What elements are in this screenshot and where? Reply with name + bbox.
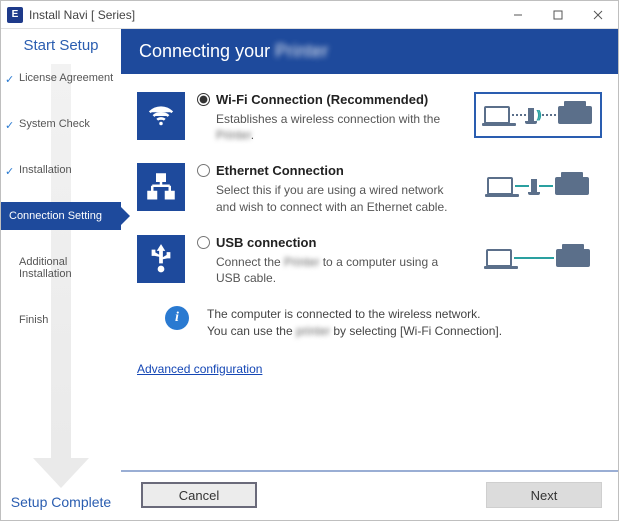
- main-panel: Connecting your Printer Wi-Fi Connection…: [121, 29, 618, 520]
- step-label: Connection Setting: [9, 210, 102, 222]
- step-additional-installation: Additional Installation: [1, 248, 121, 288]
- content-area: Wi-Fi Connection (Recommended) Establish…: [121, 74, 618, 470]
- option-wifi-title[interactable]: Wi-Fi Connection (Recommended): [197, 92, 464, 107]
- printer-icon: [558, 106, 592, 124]
- cancel-button[interactable]: Cancel: [141, 482, 257, 508]
- wifi-icon: [137, 92, 185, 140]
- option-ethernet-desc: Select this if you are using a wired net…: [197, 182, 464, 214]
- page-title-blurred: Printer: [275, 41, 328, 61]
- check-icon: ✓: [5, 73, 14, 86]
- minimize-button[interactable]: [498, 1, 538, 29]
- close-button[interactable]: [578, 1, 618, 29]
- step-label: System Check: [19, 118, 90, 130]
- option-usb-label: USB connection: [216, 235, 316, 250]
- title-bar: E Install Navi [ Series]: [1, 1, 618, 29]
- step-label: Additional Installation: [19, 256, 72, 280]
- step-label: Installation: [19, 164, 72, 176]
- step-license-agreement: ✓ License Agreement: [1, 64, 121, 92]
- check-icon: ✓: [5, 165, 14, 178]
- info-message: i The computer is connected to the wirel…: [137, 306, 602, 340]
- signal-icon: )): [536, 110, 539, 121]
- radio-usb[interactable]: [197, 236, 210, 249]
- sidebar-top-label: Start Setup: [23, 37, 98, 54]
- option-ethernet-title[interactable]: Ethernet Connection: [197, 163, 464, 178]
- page-title-prefix: Connecting your: [139, 41, 275, 61]
- info-icon: i: [165, 306, 189, 330]
- option-usb-desc: Connect the Printer to a computer using …: [197, 254, 464, 286]
- step-label: License Agreement: [19, 72, 113, 84]
- sidebar-steps: ✓ License Agreement ✓ System Check ✓ Ins…: [1, 64, 121, 488]
- usb-icon: [137, 235, 185, 283]
- printer-icon: [555, 177, 589, 195]
- option-ethernet[interactable]: Ethernet Connection Select this if you a…: [137, 163, 602, 214]
- window-title: Install Navi [ Series]: [29, 8, 135, 22]
- radio-wifi[interactable]: [197, 93, 210, 106]
- option-wifi-label: Wi-Fi Connection (Recommended): [216, 92, 428, 107]
- laptop-icon: [487, 177, 513, 195]
- info-line2: You can use the printer by selecting [Wi…: [207, 323, 502, 340]
- router-icon: [528, 108, 534, 122]
- info-line1: The computer is connected to the wireles…: [207, 306, 502, 323]
- app-icon: E: [7, 7, 23, 23]
- option-usb-title[interactable]: USB connection: [197, 235, 464, 250]
- step-connection-setting: Connection Setting: [1, 202, 121, 230]
- option-ethernet-label: Ethernet Connection: [216, 163, 344, 178]
- laptop-icon: [484, 106, 510, 124]
- step-system-check: ✓ System Check: [1, 110, 121, 138]
- footer: Cancel Next: [121, 470, 618, 520]
- installer-window: E Install Navi [ Series] Start Setup: [0, 0, 619, 521]
- printer-icon: [556, 249, 590, 267]
- diagram-usb: [474, 235, 602, 281]
- option-wifi-desc: Establishes a wireless connection with t…: [197, 111, 464, 143]
- radio-ethernet[interactable]: [197, 164, 210, 177]
- diagram-ethernet: [474, 163, 602, 209]
- maximize-button[interactable]: [538, 1, 578, 29]
- step-finish: Finish: [1, 306, 121, 334]
- option-usb[interactable]: USB connection Connect the Printer to a …: [137, 235, 602, 286]
- window-controls: [498, 1, 618, 29]
- next-button[interactable]: Next: [486, 482, 602, 508]
- laptop-icon: [486, 249, 512, 267]
- sidebar-bottom-label: Setup Complete: [11, 494, 111, 510]
- advanced-configuration-link[interactable]: Advanced configuration: [137, 362, 262, 376]
- router-icon: [531, 179, 537, 193]
- sidebar: Start Setup ✓ License Agreement ✓ System…: [1, 29, 121, 520]
- step-installation: ✓ Installation: [1, 156, 121, 184]
- option-wifi[interactable]: Wi-Fi Connection (Recommended) Establish…: [137, 92, 602, 143]
- diagram-wifi: )): [474, 92, 602, 138]
- page-title: Connecting your Printer: [121, 29, 618, 74]
- check-icon: ✓: [5, 119, 14, 132]
- ethernet-icon: [137, 163, 185, 211]
- step-label: Finish: [19, 314, 48, 326]
